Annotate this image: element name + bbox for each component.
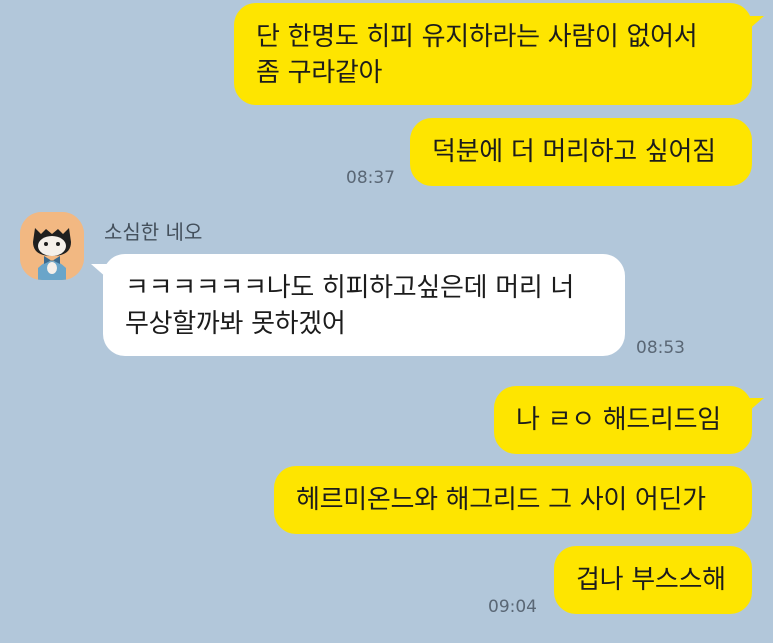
neo-cat-avatar-icon [20,212,84,280]
message-timestamp: 09:04 [488,597,537,617]
my-message-bubble[interactable]: 헤르미온느와 해그리드 그 사이 어딘가 [274,466,752,534]
my-message-bubble[interactable]: 단 한명도 히피 유지하라는 사람이 없어서 좀 구라같아 [234,3,752,105]
sender-avatar[interactable] [20,212,84,280]
bubble-tail [748,398,764,412]
my-message-bubble[interactable]: 덕분에 더 머리하고 싶어짐 [410,118,752,186]
message-timestamp: 08:37 [346,168,395,188]
bubble-tail [748,16,764,30]
sender-name: 소심한 네오 [104,220,203,244]
their-message-bubble[interactable]: ㅋㅋㅋㅋㅋㅋ나도 히피하고싶은데 머리 너 무상할까봐 못하겠어 [103,254,625,356]
message-timestamp: 08:53 [636,338,685,358]
bubble-tail [91,264,107,278]
my-message-bubble[interactable]: 나 ㄹㅇ 해드리드임 [494,386,752,454]
my-message-bubble[interactable]: 겁나 부스스해 [554,546,752,614]
